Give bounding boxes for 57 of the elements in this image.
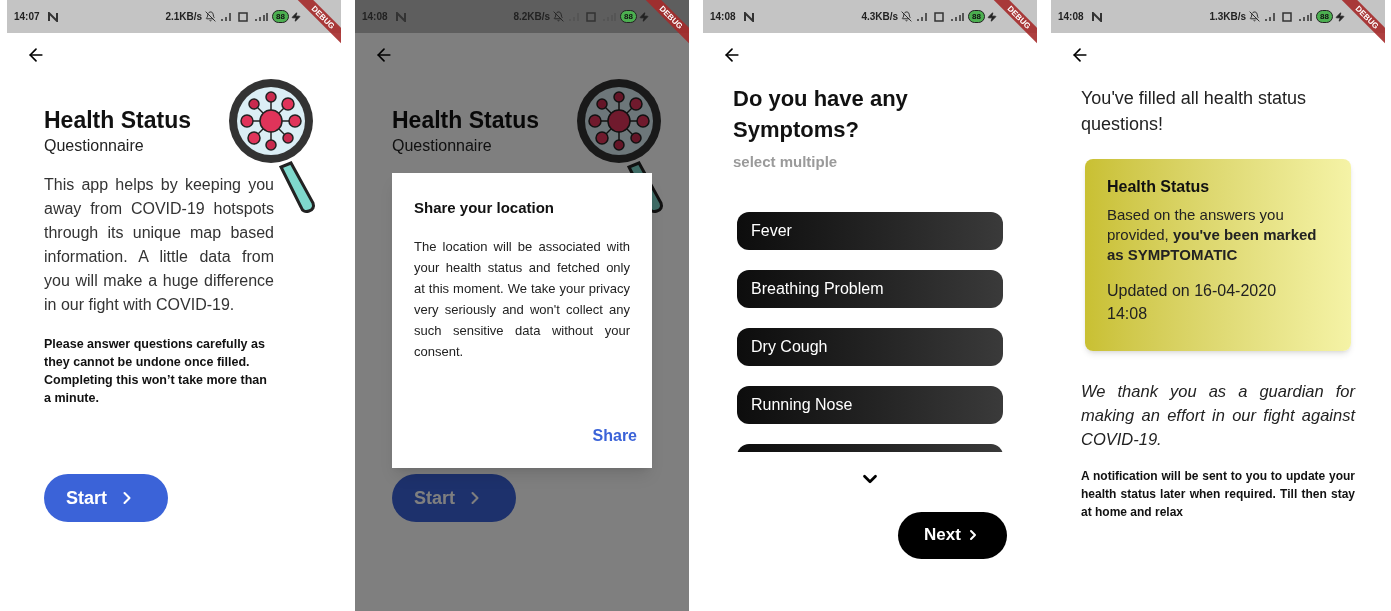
card-message: Based on the answers you provided, you've been marked as SYMPTOMATIC [1107,205,1318,265]
question-title: Do you have any Symptoms? [733,85,909,144]
charging-icon [291,11,301,22]
question-hint: select multiple [733,152,839,172]
status-time: 14:08 [362,10,388,24]
symptom-option[interactable]: Breathing Problem [737,269,1003,308]
screen-subtitle: Questionnaire [44,136,145,156]
intro-paragraph: This app helps by keeping you away from COVID-19 hotspots through its unique map based information. A little data from you will make a huge difference in our fight with COVID-19. [44,175,274,315]
symptom-option[interactable]: Running Nose [737,385,1003,424]
mute-icon [553,11,565,22]
battery-indicator: 88 [620,10,637,23]
dialog-message: The location will be associated with your health status and fetched only at this moment. We take your privacy very seriously and won't collect any such sensitive data without your consent. [414,237,630,361]
notification-note: A notification will be sent to you to update your health status later when required. Till then stay at home and relax [1081,468,1355,521]
symptom-option[interactable]: Dry Cough [737,327,1003,366]
signal-icon [1298,11,1313,22]
battery-indicator: 88 [1316,10,1333,23]
signal-icon [950,11,965,22]
thanks-message: We thank you as a guardian for making an effort in our fight against COVID-19. [1081,381,1355,450]
card-title: Health Status [1107,177,1211,197]
battery-indicator: 88 [272,10,289,23]
network-speed: 4.3KB/s [861,10,899,24]
next-button[interactable]: Next [898,511,1007,559]
sim-icon [1282,11,1293,22]
start-button[interactable]: Start [44,474,168,522]
dialog-title: Share your location [414,198,556,218]
instructions-note: Please answer questions carefully as they cannot be undone once filled. Completing this won’t take more than a minute. [44,336,268,407]
screen-title: Health Status [44,106,192,135]
signal-icon [254,11,269,22]
symptom-option[interactable]: Fever [737,211,1003,250]
screen-subtitle: Questionnaire [392,136,493,156]
updated-time: Updated on 16-04-2020 14:08 [1107,281,1278,324]
status-time: 14:08 [1058,10,1084,24]
status-time: 14:08 [710,10,736,24]
share-button[interactable]: Share [592,424,637,448]
mute-icon [901,11,913,22]
nfc-icon [1091,11,1102,22]
sim-icon [238,11,249,22]
charging-icon [639,11,649,22]
nfc-icon [395,11,406,22]
status-time: 14:07 [14,10,40,24]
signal-icon [1264,11,1277,22]
charging-icon [987,11,997,22]
network-speed: 1.3KB/s [1209,10,1247,24]
network-speed: 2.1KB/s [165,10,203,24]
nfc-icon [47,11,58,22]
signal-icon [220,11,233,22]
mute-icon [1249,11,1261,22]
signal-icon [916,11,929,22]
mute-icon [205,11,217,22]
sim-icon [586,11,597,22]
battery-indicator: 88 [968,10,985,23]
sim-icon [934,11,945,22]
completion-message: You've filled all health status questions! [1081,87,1307,136]
network-speed: 8.2KB/s [513,10,551,24]
nfc-icon [743,11,754,22]
screen-title: Health Status [392,106,540,135]
charging-icon [1335,11,1345,22]
